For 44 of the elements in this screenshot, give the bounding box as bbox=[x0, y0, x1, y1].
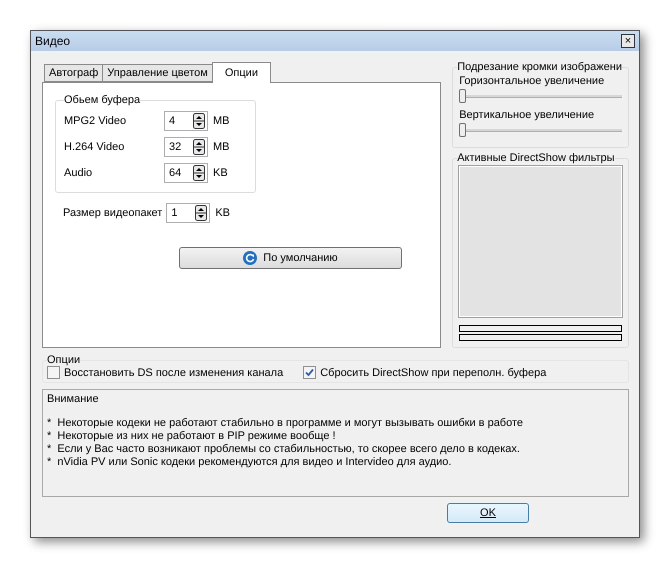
slider-label: Горизонтальное увеличение bbox=[459, 75, 606, 87]
field-label: MPG2 Video bbox=[64, 115, 128, 127]
checkbox-label: Восстановить DS после изменения канала bbox=[64, 366, 284, 378]
tab[interactable]: Управление цветом bbox=[102, 64, 213, 82]
group-title: Обьем буфера bbox=[64, 94, 140, 106]
slider[interactable] bbox=[459, 123, 622, 137]
slider[interactable] bbox=[459, 89, 622, 103]
refresh-icon bbox=[243, 251, 258, 265]
field-label: H.264 Video bbox=[64, 141, 126, 153]
ok-button[interactable]: OK bbox=[447, 503, 529, 523]
slider-thumb[interactable] bbox=[459, 123, 466, 137]
notice-line: * nVidia PV или Sonic кодеки рекомендуются для видео и Intervideo для аудио. bbox=[47, 456, 452, 469]
field-label: Размер видеопакет bbox=[63, 207, 162, 219]
check-icon bbox=[305, 368, 314, 377]
spinner-arrows-icon[interactable] bbox=[193, 113, 205, 129]
group-title: Активные DirectShow фильтры bbox=[457, 152, 615, 164]
unit-label: KB bbox=[213, 167, 228, 179]
notice-line: * Некоторые кодеки не работают стабильно в программе и могут вызывать ошибки в работе bbox=[47, 417, 524, 430]
checkbox[interactable] bbox=[303, 366, 316, 379]
spin-field[interactable]: 4 bbox=[164, 111, 208, 131]
spin-field[interactable]: 1 bbox=[166, 203, 210, 223]
unit-label: KB bbox=[215, 207, 230, 219]
notice-line: * Некоторые из них не работают в PIP режиме вообще ! bbox=[47, 430, 337, 443]
group-title: Подрезание кромки изображени bbox=[457, 61, 622, 73]
field-label: Audio bbox=[64, 167, 94, 179]
spin-field[interactable]: 32 bbox=[164, 137, 208, 157]
unit-label: MB bbox=[213, 115, 230, 127]
notice-line: * Если у Вас часто возникают проблемы со стабильностью, то скорее всего дело в кодеках. bbox=[47, 443, 521, 456]
spinner-arrows-icon[interactable] bbox=[193, 139, 205, 155]
spinner-arrows-icon[interactable] bbox=[195, 205, 208, 221]
window-title: Видео bbox=[35, 34, 70, 48]
spinner-arrows-icon[interactable] bbox=[193, 165, 205, 181]
default-button[interactable]: По умолчанию bbox=[179, 247, 402, 269]
tab[interactable]: Автограф bbox=[44, 64, 104, 82]
close-button[interactable]: × bbox=[621, 34, 635, 48]
group-title: Опции bbox=[47, 354, 80, 366]
checkbox-label: Сбросить DirectShow при переполн. буфера bbox=[320, 366, 546, 378]
unit-label: MB bbox=[213, 141, 230, 153]
slider-label: Вертикальное увеличение bbox=[459, 109, 596, 121]
notice-title: Внимание bbox=[47, 393, 100, 405]
spin-field[interactable]: 64 bbox=[164, 163, 208, 183]
slider-thumb[interactable] bbox=[459, 89, 466, 103]
checkbox[interactable] bbox=[47, 366, 60, 379]
tab[interactable]: Опции bbox=[212, 62, 271, 83]
